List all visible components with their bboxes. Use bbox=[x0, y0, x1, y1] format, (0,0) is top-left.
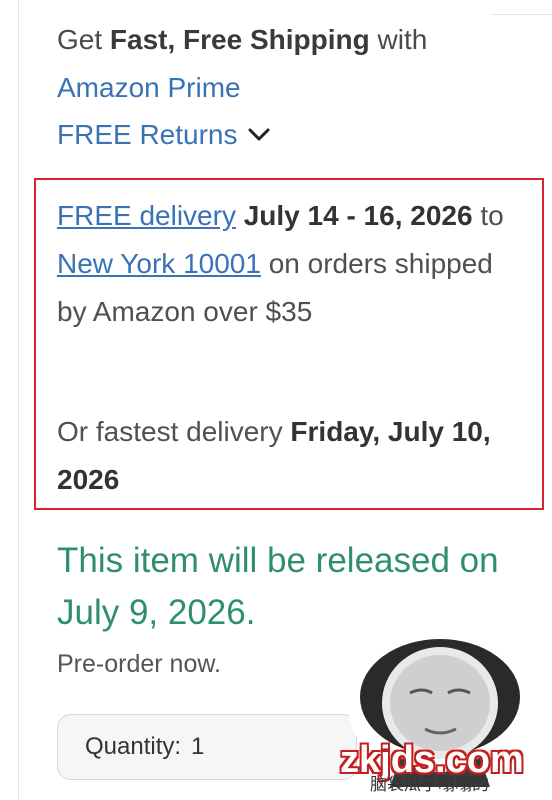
prime-suffix: with bbox=[369, 24, 428, 55]
preorder-text: Pre-order now. bbox=[57, 650, 221, 678]
delivery-dates: July 14 - 16, 2026 bbox=[243, 200, 473, 231]
prime-bold: Fast, Free Shipping bbox=[109, 24, 370, 55]
amazon-prime-link[interactable]: Amazon Prime bbox=[57, 70, 241, 106]
fastest-prefix: Or fastest delivery bbox=[57, 416, 283, 447]
delivery-location-link[interactable]: New York 10001 bbox=[57, 248, 261, 279]
prime-shipping-line: Get Fast, Free Shipping with bbox=[57, 22, 427, 58]
delivery-to: to bbox=[480, 200, 504, 231]
free-delivery-link[interactable]: FREE delivery bbox=[57, 200, 236, 231]
free-returns-label: FREE Returns bbox=[57, 119, 238, 150]
delivery-info: FREE delivery July 14 - 16, 2026 to New … bbox=[57, 192, 527, 336]
quantity-dropdown[interactable]: Quantity: 1 bbox=[57, 714, 357, 780]
quantity-value: 1 bbox=[191, 733, 205, 760]
free-returns-toggle[interactable]: FREE Returns bbox=[57, 117, 270, 153]
chevron-down-icon bbox=[248, 128, 270, 142]
watermark-caption: 脑袋瓜子嗡嗡的 bbox=[370, 775, 489, 794]
prime-prefix: Get bbox=[57, 24, 110, 55]
quantity-label: Quantity: bbox=[85, 733, 182, 760]
top-divider bbox=[490, 0, 552, 15]
fastest-delivery: Or fastest delivery Friday, July 10, 202… bbox=[57, 408, 527, 504]
release-message: This item will be released on July 9, 20… bbox=[57, 541, 499, 632]
